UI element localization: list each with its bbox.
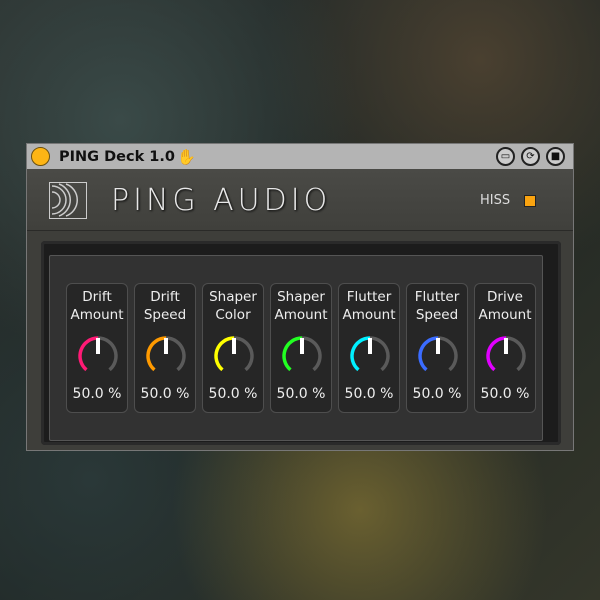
knob-value[interactable]: 50.0 %	[271, 386, 331, 402]
brand-name: PING AUDIO	[111, 183, 332, 218]
knob-value-arc	[146, 336, 167, 372]
knob-track	[437, 336, 458, 372]
knob-dial[interactable]	[76, 334, 120, 378]
knob-row: Drift Amount 50.0 % Drift Speed 50.0 % Shape…	[66, 283, 536, 413]
knob-value[interactable]: 50.0 %	[135, 386, 195, 402]
knob-card: Drive Amount 50.0 %	[474, 283, 536, 413]
device-title: PING Deck 1.0	[59, 148, 175, 165]
knob-value-arc	[214, 336, 235, 372]
knob-track	[301, 336, 322, 372]
knob-label: Drive Amount	[478, 289, 532, 323]
knob-track	[165, 336, 186, 372]
save-icon: ■	[550, 151, 561, 162]
knob-value[interactable]: 50.0 %	[475, 386, 535, 402]
knob-value[interactable]: 50.0 %	[339, 386, 399, 402]
freeze-button[interactable]: ▭	[496, 147, 515, 166]
device-on-toggle[interactable]	[31, 147, 50, 166]
refresh-icon: ⟳	[526, 151, 535, 162]
refresh-button[interactable]: ⟳	[521, 147, 540, 166]
knob-label: Flutter Speed	[414, 289, 460, 323]
knob-dial[interactable]	[280, 334, 324, 378]
knob-value-arc	[486, 336, 507, 372]
knob-track	[233, 336, 254, 372]
knob-value-arc	[282, 336, 303, 372]
knob-track	[369, 336, 390, 372]
knob-label: Shaper Amount	[274, 289, 328, 323]
save-button[interactable]: ■	[546, 147, 565, 166]
logo-icon	[49, 182, 87, 219]
knob-dial[interactable]	[416, 334, 460, 378]
knob-dial[interactable]	[144, 334, 188, 378]
knob-label: Drift Amount	[70, 289, 124, 323]
knob-value[interactable]: 50.0 %	[67, 386, 127, 402]
knob-dial[interactable]	[348, 334, 392, 378]
knob-card: Drift Amount 50.0 %	[66, 283, 128, 413]
knob-label: Flutter Amount	[342, 289, 396, 323]
freeze-icon: ▭	[500, 151, 511, 162]
title-bar: PING Deck 1.0 ✋ ▭ ⟳ ■	[27, 144, 573, 169]
knob-track	[97, 336, 118, 372]
knob-card: Flutter Speed 50.0 %	[406, 283, 468, 413]
knob-card: Shaper Color 50.0 %	[202, 283, 264, 413]
knob-card: Shaper Amount 50.0 %	[270, 283, 332, 413]
knob-value[interactable]: 50.0 %	[407, 386, 467, 402]
knob-card: Flutter Amount 50.0 %	[338, 283, 400, 413]
hiss-toggle[interactable]	[524, 195, 536, 207]
knob-dial[interactable]	[484, 334, 528, 378]
knob-track	[505, 336, 526, 372]
knob-value-arc	[418, 336, 439, 372]
hand-icon: ✋	[176, 147, 196, 166]
hiss-label: HISS	[480, 193, 511, 208]
knob-value-arc	[78, 336, 99, 372]
knob-value-arc	[350, 336, 371, 372]
header: PING AUDIO HISS	[27, 169, 573, 231]
knob-label: Shaper Color	[209, 289, 257, 323]
knob-value[interactable]: 50.0 %	[203, 386, 263, 402]
knob-dial[interactable]	[212, 334, 256, 378]
knob-label: Drift Speed	[143, 289, 187, 323]
knob-card: Drift Speed 50.0 %	[134, 283, 196, 413]
